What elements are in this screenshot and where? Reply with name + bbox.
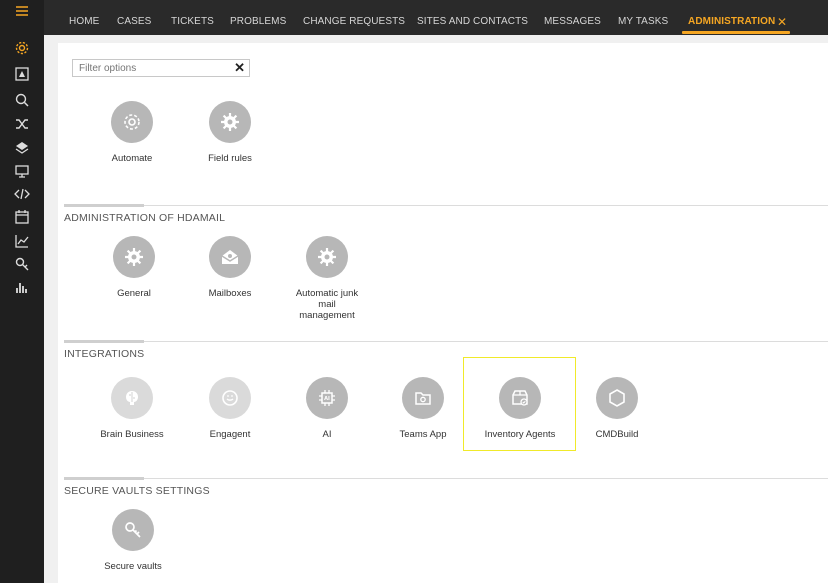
shuffle-icon[interactable] [0, 113, 44, 135]
ai-chip-icon: AI [306, 377, 348, 419]
tile-label: Teams App [399, 429, 447, 440]
tile-label: Secure vaults [104, 561, 162, 572]
tab-change-requests[interactable]: CHANGE REQUESTS [303, 0, 405, 35]
chart-icon[interactable] [0, 230, 44, 252]
tab-messages[interactable]: MESSAGES [544, 0, 601, 35]
tile-label: Automatic junk mail management [295, 288, 359, 321]
tile-label: AI [322, 429, 332, 440]
top-navigation: HOME CASES TICKETS PROBLEMS CHANGE REQUE… [44, 0, 828, 35]
monitor-icon[interactable] [0, 160, 44, 182]
layers-icon[interactable] [0, 137, 44, 159]
tile-field-rules[interactable]: Field rules [182, 101, 278, 164]
section-title-hdamail: ADMINISTRATION OF HDAMAIL [64, 212, 226, 224]
left-rail [0, 0, 44, 583]
chat-icon [209, 377, 251, 419]
tile-teams-app[interactable]: Teams App [375, 377, 471, 440]
tile-label: Mailboxes [208, 288, 252, 299]
tab-sites-and-contacts[interactable]: SITES AND CONTACTS [417, 0, 528, 35]
key-search-icon[interactable] [0, 253, 44, 275]
tile-general[interactable]: General [86, 236, 182, 299]
settings-icon[interactable] [0, 37, 44, 59]
key-icon [112, 509, 154, 551]
tile-label: CMDBuild [595, 429, 639, 440]
tile-secure-vaults[interactable]: Secure vaults [85, 509, 181, 572]
filter-input[interactable] [73, 60, 231, 76]
calendar-icon[interactable] [0, 206, 44, 228]
alert-icon[interactable] [0, 63, 44, 85]
active-tab-indicator [682, 31, 790, 34]
tile-label: Brain Business [100, 429, 164, 440]
section-marker [64, 477, 144, 480]
code-icon[interactable] [0, 183, 44, 205]
tile-ai[interactable]: AI AI [279, 377, 375, 440]
tile-label: Automate [111, 153, 153, 164]
tile-label: Inventory Agents [484, 429, 556, 440]
folder-gear-icon [402, 377, 444, 419]
hexagon-icon [596, 377, 638, 419]
section-divider [64, 478, 828, 479]
tile-automatic-junk-mail-management[interactable]: Automatic junk mail management [279, 236, 375, 321]
search-help-icon[interactable] [0, 89, 44, 111]
tile-brain-business[interactable]: Brain Business [84, 377, 180, 440]
gear-icon [306, 236, 348, 278]
gear-icon [209, 101, 251, 143]
section-divider [64, 341, 828, 342]
tab-home[interactable]: HOME [69, 0, 99, 35]
svg-text:AI: AI [324, 396, 330, 402]
tile-label: Engagent [209, 429, 251, 440]
section-marker [64, 204, 144, 207]
tab-cases[interactable]: CASES [117, 0, 151, 35]
section-title-secure-vaults: SECURE VAULTS SETTINGS [64, 485, 210, 497]
bar-chart-icon[interactable] [0, 276, 44, 298]
tile-automate[interactable]: Automate [84, 101, 180, 164]
clear-filter-icon[interactable]: ✕ [234, 60, 245, 76]
gear-cycle-icon [111, 101, 153, 143]
gear-icon [113, 236, 155, 278]
close-icon[interactable]: ✕ [777, 0, 787, 35]
tab-problems[interactable]: PROBLEMS [230, 0, 286, 35]
section-marker [64, 340, 144, 343]
section-divider [64, 205, 828, 206]
tile-engagent[interactable]: Engagent [182, 377, 278, 440]
tile-inventory-agents[interactable]: Inventory Agents [472, 377, 568, 440]
menu-icon[interactable] [0, 0, 44, 22]
tile-label: Field rules [208, 153, 252, 164]
section-title-integrations: INTEGRATIONS [64, 348, 145, 360]
mailbox-icon [209, 236, 251, 278]
brain-icon [111, 377, 153, 419]
tab-administration[interactable]: ADMINISTRATION [688, 0, 775, 35]
tab-my-tasks[interactable]: MY TASKS [618, 0, 668, 35]
tile-mailboxes[interactable]: Mailboxes [182, 236, 278, 299]
tab-tickets[interactable]: TICKETS [171, 0, 214, 35]
filter-options-field: ✕ [72, 59, 250, 77]
inventory-box-icon [499, 377, 541, 419]
tile-label: General [117, 288, 151, 299]
tile-cmdbuild[interactable]: CMDBuild [569, 377, 665, 440]
